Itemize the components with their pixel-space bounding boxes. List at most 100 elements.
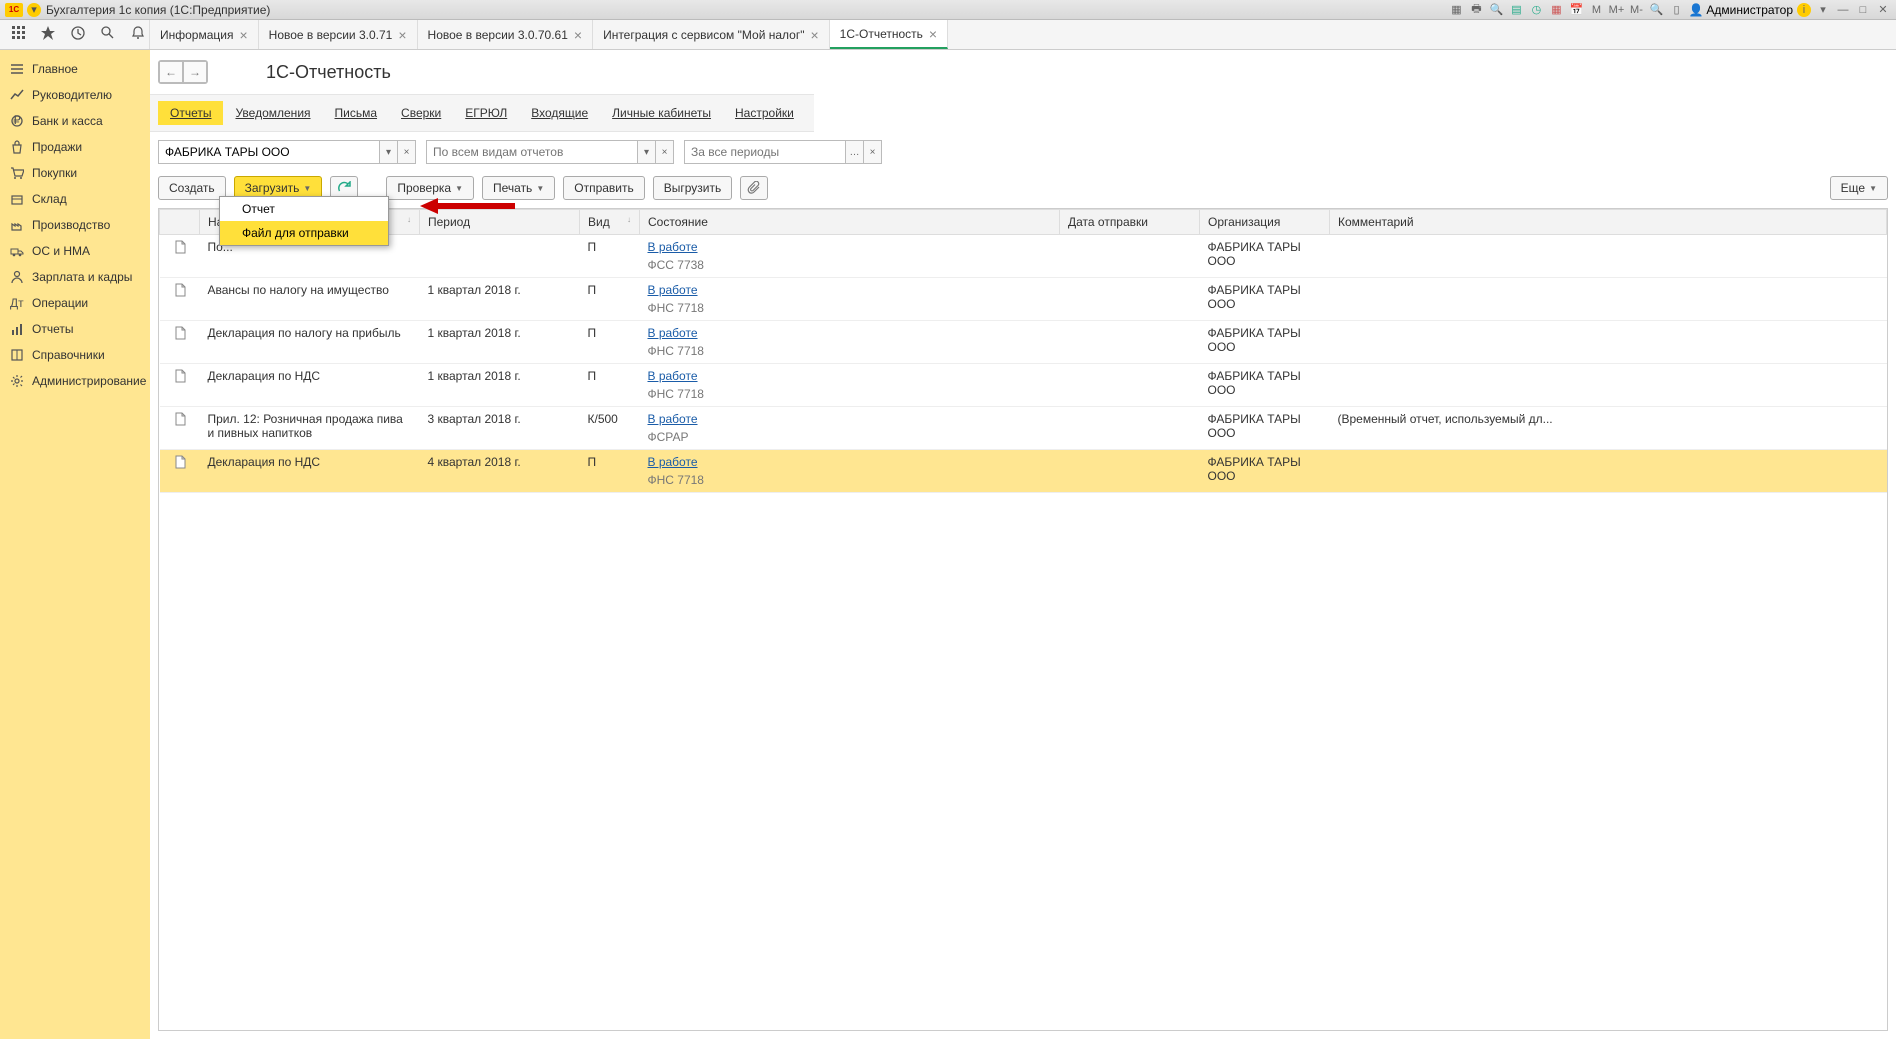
user-label[interactable]: 👤 Администратор xyxy=(1688,3,1793,17)
panel-icon[interactable]: ▯ xyxy=(1668,2,1684,18)
table-row[interactable]: Прил. 12: Розничная продажа пива и пивны… xyxy=(160,407,1887,450)
col-status[interactable]: Состояние xyxy=(640,210,1060,235)
tab[interactable]: Новое в версии 3.0.71× xyxy=(259,20,418,49)
tab-close-icon[interactable]: × xyxy=(398,27,406,43)
status-link[interactable]: В работе xyxy=(648,412,698,426)
sidebar-item[interactable]: Главное xyxy=(0,56,150,82)
print-button[interactable]: Печать▼ xyxy=(482,176,555,200)
type-dropdown-icon[interactable]: ▾ xyxy=(637,141,655,163)
status-link[interactable]: В работе xyxy=(648,283,698,297)
sidebar-item[interactable]: Операции xyxy=(0,290,150,316)
create-button[interactable]: Создать xyxy=(158,176,226,200)
sidebar-item[interactable]: Покупки xyxy=(0,160,150,186)
apps-icon[interactable] xyxy=(12,26,26,43)
bell-icon[interactable] xyxy=(130,25,146,44)
calc-icon[interactable]: ▤ xyxy=(1508,2,1524,18)
doc-icon xyxy=(174,283,186,297)
col-org[interactable]: Организация xyxy=(1200,210,1330,235)
sidebar-item[interactable]: Администрирование xyxy=(0,368,150,394)
tab-close-icon[interactable]: × xyxy=(929,26,937,42)
subtab[interactable]: ЕГРЮЛ xyxy=(453,101,519,125)
period-more-icon[interactable]: … xyxy=(845,141,863,163)
dd2-icon[interactable]: ▾ xyxy=(1815,2,1831,18)
dd-file[interactable]: Файл для отправки xyxy=(220,221,388,245)
sidebar-item[interactable]: ОС и НМА xyxy=(0,238,150,264)
maximize-icon[interactable]: □ xyxy=(1855,2,1871,18)
subtab[interactable]: Настройки xyxy=(723,101,806,125)
mminus-icon[interactable]: M- xyxy=(1628,2,1644,18)
grid-icon[interactable]: ▦ xyxy=(1448,2,1464,18)
col-sent[interactable]: Дата отправки xyxy=(1060,210,1200,235)
org-clear-icon[interactable]: × xyxy=(397,141,415,163)
history-icon[interactable] xyxy=(70,25,86,44)
table[interactable]: Наименование↓ Период Вид↓ Состояние Дата… xyxy=(158,208,1888,1031)
arrow-annotation xyxy=(420,198,520,214)
subtab[interactable]: Личные кабинеты xyxy=(600,101,723,125)
dropdown-icon[interactable]: ▾ xyxy=(27,3,41,17)
more-button[interactable]: Еще▼ xyxy=(1830,176,1888,200)
zoom-icon[interactable]: 🔍 xyxy=(1648,2,1664,18)
table-row[interactable]: Декларация по НДС1 квартал 2018 г.ПВ раб… xyxy=(160,364,1887,407)
tab[interactable]: Интеграция с сервисом "Мой налог"× xyxy=(593,20,830,49)
table-row[interactable]: Декларация по налогу на прибыль1 квартал… xyxy=(160,321,1887,364)
type-clear-icon[interactable]: × xyxy=(655,141,673,163)
org-input[interactable] xyxy=(159,141,379,163)
date-icon[interactable]: 📅 xyxy=(1568,2,1584,18)
tab-close-icon[interactable]: × xyxy=(239,27,247,43)
titlebar-right: ▦ 🖶 🔍 ▤ ◷ ▦ 📅 M M+ M- 🔍 ▯ 👤 Администрато… xyxy=(1448,2,1891,18)
table-row[interactable]: Декларация по НДС4 квартал 2018 г.ПВ раб… xyxy=(160,450,1887,493)
forward-button[interactable]: → xyxy=(183,61,207,83)
sidebar-item[interactable]: Отчеты xyxy=(0,316,150,342)
subtab[interactable]: Сверки xyxy=(389,101,453,125)
col-kind[interactable]: Вид↓ xyxy=(580,210,640,235)
sidebar-item[interactable]: Склад xyxy=(0,186,150,212)
tab[interactable]: Новое в версии 3.0.70.61× xyxy=(418,20,594,49)
export-button[interactable]: Выгрузить xyxy=(653,176,733,200)
m-icon[interactable]: M xyxy=(1588,2,1604,18)
tab-close-icon[interactable]: × xyxy=(810,27,818,43)
tab[interactable]: Информация× xyxy=(150,20,259,49)
doc-icon xyxy=(174,455,186,469)
search-icon[interactable]: 🔍 xyxy=(1488,2,1504,18)
status-link[interactable]: В работе xyxy=(648,455,698,469)
org-dropdown-icon[interactable]: ▾ xyxy=(379,141,397,163)
table-row[interactable]: По...ПВ работеФСС 7738ФАБРИКА ТАРЫ ООО xyxy=(160,235,1887,278)
close-icon[interactable]: ✕ xyxy=(1875,2,1891,18)
status-link[interactable]: В работе xyxy=(648,369,698,383)
dd-report[interactable]: Отчет xyxy=(220,197,388,221)
subtab[interactable]: Входящие xyxy=(519,101,600,125)
back-button[interactable]: ← xyxy=(159,61,183,83)
period-field: … × xyxy=(684,140,882,164)
subtab[interactable]: Отчеты xyxy=(158,101,223,125)
period-input[interactable] xyxy=(685,141,845,163)
col-icon[interactable] xyxy=(160,210,200,235)
status-link[interactable]: В работе xyxy=(648,326,698,340)
col-comment[interactable]: Комментарий xyxy=(1330,210,1887,235)
sidebar-item[interactable]: Зарплата и кадры xyxy=(0,264,150,290)
sidebar-item[interactable]: Производство xyxy=(0,212,150,238)
attach-button[interactable] xyxy=(740,176,768,200)
table-row[interactable]: Авансы по налогу на имущество1 квартал 2… xyxy=(160,278,1887,321)
sidebar-item[interactable]: Руководителю xyxy=(0,82,150,108)
subtab[interactable]: Уведомления xyxy=(223,101,322,125)
subtab[interactable]: Письма xyxy=(323,101,390,125)
tab[interactable]: 1С-Отчетность× xyxy=(830,20,948,49)
check-button[interactable]: Проверка▼ xyxy=(386,176,474,200)
star-icon[interactable] xyxy=(40,25,56,44)
minimize-icon[interactable]: — xyxy=(1835,2,1851,18)
find-icon[interactable] xyxy=(100,25,116,44)
clock-icon[interactable]: ◷ xyxy=(1528,2,1544,18)
send-button[interactable]: Отправить xyxy=(563,176,645,200)
sidebar-item[interactable]: Продажи xyxy=(0,134,150,160)
print-icon[interactable]: 🖶 xyxy=(1468,2,1484,18)
cal-icon[interactable]: ▦ xyxy=(1548,2,1564,18)
period-clear-icon[interactable]: × xyxy=(863,141,881,163)
status-link[interactable]: В работе xyxy=(648,240,698,254)
sidebar-item[interactable]: Справочники xyxy=(0,342,150,368)
mplus-icon[interactable]: M+ xyxy=(1608,2,1624,18)
info-icon[interactable]: i xyxy=(1797,3,1811,17)
main: ← → 1С-Отчетность ОтчетыУведомленияПисьм… xyxy=(150,50,1896,1039)
type-input[interactable] xyxy=(427,141,637,163)
sidebar-item[interactable]: Банк и касса xyxy=(0,108,150,134)
tab-close-icon[interactable]: × xyxy=(574,27,582,43)
